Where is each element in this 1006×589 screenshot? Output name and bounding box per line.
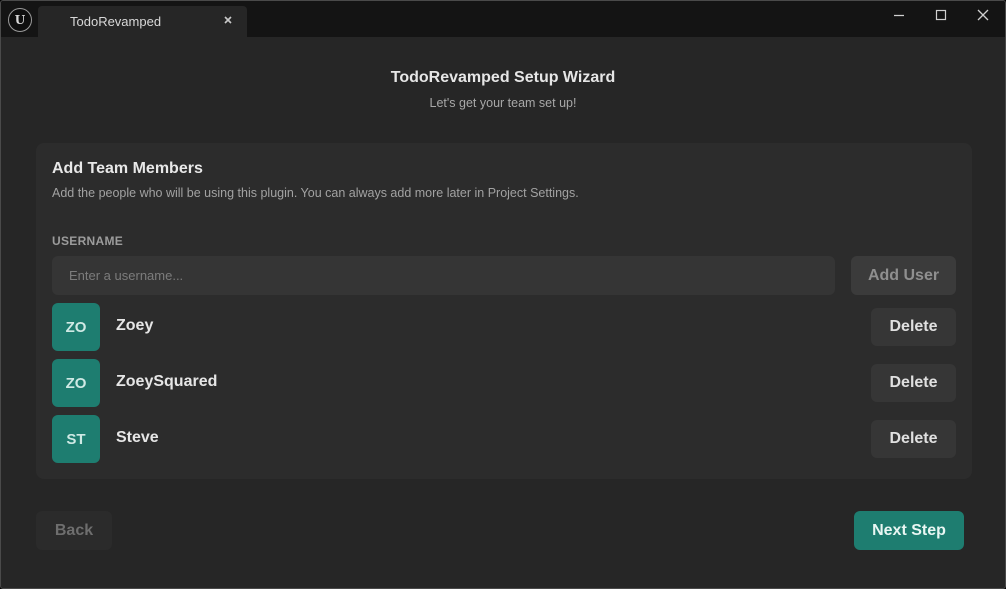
user-name: Steve bbox=[116, 429, 159, 446]
back-button[interactable]: Back bbox=[36, 511, 112, 550]
close-icon bbox=[977, 8, 989, 26]
avatar: ST bbox=[52, 415, 100, 463]
delete-user-button[interactable]: Delete bbox=[871, 420, 956, 458]
delete-user-button[interactable]: Delete bbox=[871, 364, 956, 402]
username-input[interactable] bbox=[52, 256, 835, 295]
user-row: ZO Zoey Delete bbox=[52, 303, 956, 351]
tab-todorevamped[interactable]: TodoRevamped bbox=[38, 6, 247, 37]
panel-description: Add the people who will be using this pl… bbox=[52, 186, 579, 200]
minimize-button[interactable] bbox=[879, 5, 919, 29]
next-step-button[interactable]: Next Step bbox=[854, 511, 964, 550]
user-row: ST Steve Delete bbox=[52, 415, 956, 463]
add-user-button[interactable]: Add User bbox=[851, 256, 956, 295]
user-name: Zoey bbox=[116, 317, 154, 334]
maximize-icon bbox=[935, 8, 947, 26]
avatar: ZO bbox=[52, 303, 100, 351]
unreal-engine-logo-icon[interactable]: U bbox=[8, 8, 32, 32]
avatar: ZO bbox=[52, 359, 100, 407]
delete-user-button[interactable]: Delete bbox=[871, 308, 956, 346]
minimize-icon bbox=[893, 8, 905, 26]
logo-letter: U bbox=[14, 13, 26, 27]
title-bar: U TodoRevamped bbox=[1, 1, 1005, 37]
maximize-button[interactable] bbox=[921, 5, 961, 29]
app-window: U TodoRevamped TodoRevamped Setup Wizard… bbox=[0, 0, 1006, 589]
close-window-button[interactable] bbox=[963, 5, 1003, 29]
wizard-title: TodoRevamped Setup Wizard bbox=[390, 69, 616, 86]
tab-title: TodoRevamped bbox=[70, 14, 162, 29]
user-name: ZoeySquared bbox=[116, 373, 218, 390]
close-icon[interactable] bbox=[221, 13, 235, 27]
wizard-subtitle: Let's get your team set up! bbox=[429, 96, 577, 110]
panel-title: Add Team Members bbox=[52, 160, 203, 177]
team-members-panel: Add Team Members Add the people who will… bbox=[36, 143, 972, 479]
username-label: USERNAME bbox=[52, 234, 124, 248]
user-row: ZO ZoeySquared Delete bbox=[52, 359, 956, 407]
